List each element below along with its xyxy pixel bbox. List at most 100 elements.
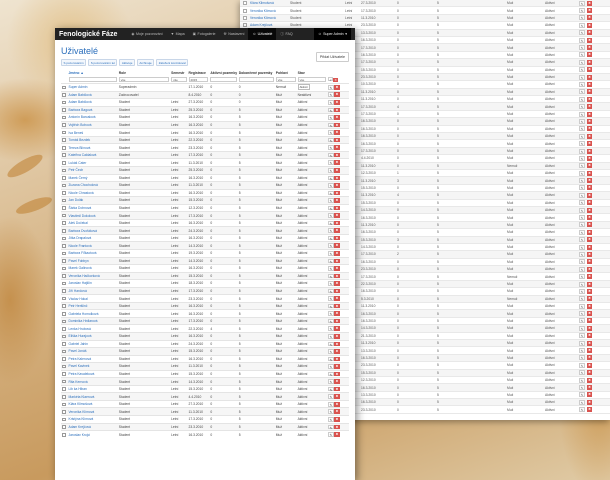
- row-checkbox[interactable]: [62, 221, 66, 225]
- delete-icon[interactable]: ✖: [334, 205, 340, 211]
- user-name-link[interactable]: Kristýna Klímová: [69, 417, 94, 421]
- row-checkbox[interactable]: [62, 100, 66, 105]
- user-name-link[interactable]: Jiří Hančová: [69, 289, 87, 293]
- delete-icon[interactable]: ✖: [334, 100, 340, 105]
- filter-tag[interactable]: S pozorováním let: [88, 59, 118, 67]
- user-name-link[interactable]: Iva Beneš: [69, 131, 84, 135]
- delete-icon[interactable]: ✖: [334, 258, 340, 264]
- edit-icon[interactable]: ✎: [328, 432, 334, 437]
- edit-icon[interactable]: ✎: [328, 205, 334, 211]
- brand-logo[interactable]: Fenologické Fáze: [59, 31, 117, 38]
- row-checkbox[interactable]: [62, 213, 66, 218]
- delete-icon[interactable]: ✖: [334, 303, 340, 309]
- user-name-link[interactable]: Barbora Fiľkaotová: [69, 251, 97, 255]
- user-name-link[interactable]: Jan Dolák: [69, 198, 84, 202]
- row-checkbox[interactable]: [62, 425, 66, 429]
- user-name-link[interactable]: Super Admin: [69, 85, 88, 89]
- row-checkbox[interactable]: [62, 281, 66, 286]
- row-checkbox[interactable]: [62, 251, 66, 256]
- row-checkbox[interactable]: [62, 432, 66, 437]
- user-name-link[interactable]: Petra Kalenová: [69, 357, 92, 361]
- edit-icon[interactable]: ✎: [328, 386, 334, 392]
- user-name-link[interactable]: Jitka Drapalová: [69, 236, 92, 240]
- row-checkbox[interactable]: [62, 319, 66, 324]
- row-checkbox[interactable]: [62, 289, 66, 293]
- row-checkbox[interactable]: [62, 410, 66, 414]
- user-name-link[interactable]: Klára Klimošová: [69, 402, 93, 406]
- edit-icon[interactable]: ✎: [328, 220, 334, 226]
- edit-icon[interactable]: ✎: [328, 84, 334, 90]
- delete-icon[interactable]: ✖: [334, 183, 340, 188]
- delete-icon[interactable]: ✖: [334, 326, 340, 332]
- user-name-link[interactable]: Marek Galinová: [69, 266, 92, 270]
- delete-icon[interactable]: ✖: [334, 311, 340, 316]
- row-checkbox[interactable]: [62, 296, 66, 301]
- delete-icon[interactable]: ✖: [334, 167, 340, 173]
- user-name-link[interactable]: Pavel Fobbyn: [69, 259, 89, 263]
- edit-icon[interactable]: ✎: [328, 115, 334, 120]
- edit-icon[interactable]: ✎: [328, 281, 334, 286]
- user-name-link[interactable]: Lenka Hrubová: [69, 327, 91, 331]
- row-checkbox[interactable]: [62, 244, 66, 248]
- row-checkbox[interactable]: [62, 402, 66, 407]
- nav-item-5[interactable]: ⓘ FAQ: [276, 28, 296, 40]
- user-name-link[interactable]: Šárka Dohnová: [69, 206, 92, 210]
- row-checkbox[interactable]: [62, 115, 66, 120]
- row-checkbox[interactable]: [62, 357, 66, 361]
- user-name-link[interactable]: Lukáš Cater: [69, 161, 87, 165]
- edit-icon[interactable]: ✎: [328, 333, 334, 339]
- edit-icon[interactable]: ✎: [328, 356, 334, 362]
- edit-icon[interactable]: ✎: [328, 417, 334, 422]
- delete-icon[interactable]: ✖: [334, 424, 340, 430]
- aktivni-filter-input[interactable]: [210, 77, 237, 82]
- edit-icon[interactable]: ✎: [328, 228, 334, 233]
- delete-icon[interactable]: ✖: [334, 175, 340, 181]
- pohlavi-filter-select[interactable]: vše: [275, 77, 296, 82]
- edit-icon[interactable]: ✎: [328, 266, 334, 271]
- row-checkbox[interactable]: [62, 304, 66, 309]
- delete-icon[interactable]: ✖: [334, 379, 340, 384]
- delete-icon[interactable]: ✖: [334, 386, 340, 392]
- delete-icon[interactable]: ✖: [334, 213, 340, 218]
- user-name-link[interactable]: Adam Babičová: [69, 93, 92, 97]
- user-name-link[interactable]: Antonín Barcalová: [69, 115, 96, 119]
- row-checkbox[interactable]: [62, 228, 66, 233]
- delete-icon[interactable]: ✖: [334, 190, 340, 196]
- user-name-link[interactable]: Gabriel Jahin: [69, 342, 88, 346]
- registrace-filter-input[interactable]: 2015: [188, 77, 209, 82]
- user-name-link[interactable]: Zuzana Chocholová: [69, 183, 98, 187]
- edit-icon[interactable]: ✎: [328, 160, 334, 165]
- role-filter-select[interactable]: vše: [118, 77, 170, 82]
- nav-item-0[interactable]: ◉ Moje pozorování: [127, 28, 166, 40]
- edit-icon[interactable]: ✎: [328, 311, 334, 316]
- delete-icon[interactable]: ✖: [334, 84, 340, 90]
- delete-icon[interactable]: ✖: [334, 364, 340, 369]
- row-checkbox[interactable]: [62, 394, 66, 399]
- edit-icon[interactable]: ✎: [328, 318, 334, 324]
- delete-icon[interactable]: ✖: [334, 137, 340, 143]
- user-name-link[interactable]: Kateřina Caldalová: [69, 153, 97, 157]
- edit-icon[interactable]: ✎: [328, 152, 334, 158]
- user-name-link[interactable]: Barbora Bagová: [69, 108, 93, 112]
- delete-icon[interactable]: ✖: [334, 107, 340, 113]
- edit-icon[interactable]: ✎: [328, 235, 334, 241]
- delete-icon[interactable]: ✖: [334, 198, 340, 203]
- edit-icon[interactable]: ✎: [328, 243, 334, 248]
- delete-icon[interactable]: ✖: [334, 318, 340, 324]
- nav-item-3[interactable]: ⚒ Nastavení: [220, 28, 249, 40]
- row-checkbox[interactable]: [62, 379, 66, 384]
- delete-icon[interactable]: ✖: [334, 356, 340, 362]
- delete-icon[interactable]: ✖: [334, 220, 340, 226]
- delete-icon[interactable]: ✖: [334, 432, 340, 437]
- delete-icon[interactable]: ✖: [334, 266, 340, 271]
- edit-icon[interactable]: ✎: [328, 145, 334, 150]
- user-name-link[interactable]: Tomáš Bezdek: [69, 138, 91, 142]
- edit-icon[interactable]: ✎: [328, 175, 334, 181]
- row-checkbox[interactable]: [62, 327, 66, 331]
- user-name-link[interactable]: Gabriela Homolková: [69, 312, 99, 316]
- delete-icon[interactable]: ✖: [334, 341, 340, 347]
- delete-icon[interactable]: ✖: [334, 160, 340, 165]
- user-name-link[interactable]: Marek Černý: [69, 176, 88, 180]
- edit-icon[interactable]: ✎: [328, 167, 334, 173]
- row-checkbox[interactable]: [62, 259, 66, 263]
